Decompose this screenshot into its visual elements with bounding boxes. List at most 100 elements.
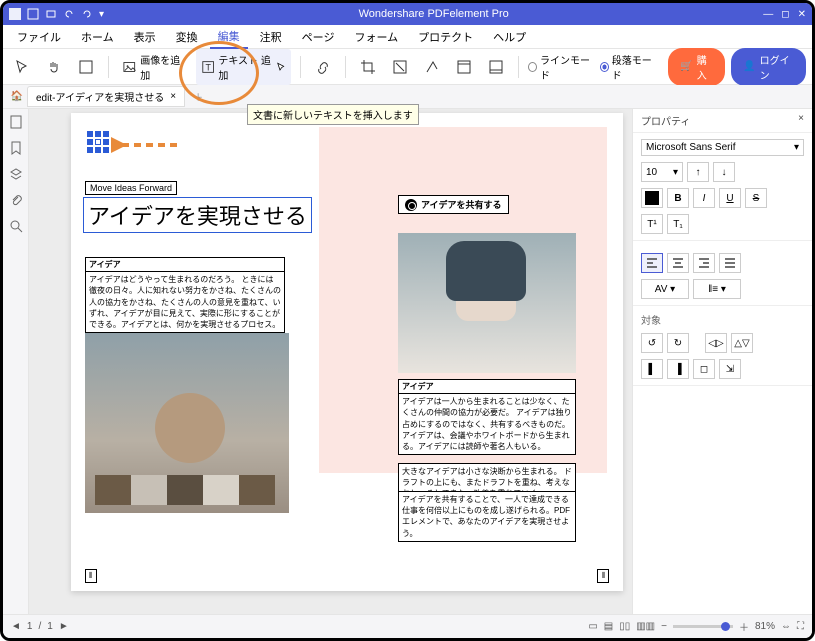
- home-tab-icon[interactable]: 🏠: [7, 91, 27, 102]
- page-current[interactable]: 1: [27, 621, 33, 632]
- maximize-button[interactable]: ◻: [781, 9, 789, 20]
- background-tool[interactable]: [419, 56, 445, 78]
- font-size-select[interactable]: 10▾: [641, 162, 683, 182]
- text-insert-handle[interactable]: [87, 131, 109, 153]
- menu-help[interactable]: ヘルプ: [485, 26, 534, 48]
- layers-icon[interactable]: [9, 167, 23, 181]
- align-center[interactable]: [667, 253, 689, 273]
- doc-image-mug[interactable]: [398, 233, 576, 373]
- attachments-icon[interactable]: [9, 193, 23, 207]
- doc-share-label[interactable]: アイデアを共有する: [398, 195, 509, 214]
- fit-width-icon[interactable]: ⇔: [781, 621, 791, 632]
- buy-button[interactable]: 🛒 購入: [668, 48, 725, 86]
- menu-home[interactable]: ホーム: [73, 26, 122, 48]
- flip-horizontal[interactable]: ◁▷: [705, 333, 727, 353]
- left-sidebar: [3, 109, 29, 614]
- font-size-up[interactable]: ↑: [687, 162, 709, 182]
- align-right[interactable]: [693, 253, 715, 273]
- doc-block-2[interactable]: アイデア アイデアは一人から生まれることは少なく、たくさんの仲間の協力が必要だ。…: [398, 379, 576, 455]
- zoom-slider[interactable]: [673, 625, 733, 628]
- menu-edit[interactable]: 編集: [210, 25, 248, 49]
- bates-tool[interactable]: [483, 56, 509, 78]
- align-left[interactable]: [641, 253, 663, 273]
- next-page-button[interactable]: ►: [59, 621, 69, 632]
- view-continuous-icon[interactable]: ▤: [604, 621, 613, 632]
- doc-block-4[interactable]: アイデアを共有することで、一人で達成できる仕事を何倍以上にものを成し遂げられる。…: [398, 491, 576, 542]
- rotate-ccw[interactable]: ↺: [641, 333, 663, 353]
- crop-tool[interactable]: [355, 56, 381, 78]
- obj-replace[interactable]: ⇲: [719, 359, 741, 379]
- menu-view[interactable]: 表示: [126, 26, 164, 48]
- zoom-out-button[interactable]: −: [661, 621, 667, 632]
- doc-heading[interactable]: アイデアを実現させる: [83, 197, 312, 233]
- menu-convert[interactable]: 変換: [168, 26, 206, 48]
- font-size-down[interactable]: ↓: [713, 162, 735, 182]
- add-image-button[interactable]: 画像を追加: [118, 49, 190, 85]
- add-text-button[interactable]: T テキスト 追加: [196, 49, 291, 85]
- thumbnails-icon[interactable]: [9, 115, 23, 129]
- obj-align-left[interactable]: ▌: [641, 359, 663, 379]
- close-button[interactable]: ✕: [798, 9, 806, 20]
- app-logo-icon: [9, 8, 21, 20]
- minimize-button[interactable]: ―: [763, 9, 773, 20]
- align-justify[interactable]: [719, 253, 741, 273]
- font-family-select[interactable]: Microsoft Sans Serif▾: [641, 139, 804, 156]
- char-spacing[interactable]: AV ▾: [641, 279, 689, 299]
- doc-block-1[interactable]: アイデア アイデアはどうやって生まれるのだろう。 ときには徹夜の日々。人に知れな…: [85, 257, 285, 333]
- login-button[interactable]: 👤 ログイン: [731, 48, 806, 86]
- edit-object-tool[interactable]: [73, 56, 99, 78]
- paragraph-mode-radio[interactable]: 段落モード: [600, 52, 657, 82]
- undo-icon[interactable]: [63, 8, 75, 20]
- close-panel-icon[interactable]: ×: [798, 113, 804, 128]
- strike-button[interactable]: S: [745, 188, 767, 208]
- search-icon[interactable]: [9, 219, 23, 233]
- obj-align-right[interactable]: ▐: [667, 359, 689, 379]
- menu-form[interactable]: フォーム: [346, 26, 406, 48]
- obj-crop[interactable]: ◻: [693, 359, 715, 379]
- underline-button[interactable]: U: [719, 188, 741, 208]
- chevron-down-icon: ▾: [794, 142, 799, 153]
- select-tool[interactable]: [9, 56, 35, 78]
- menu-file[interactable]: ファイル: [9, 26, 69, 48]
- bold-button[interactable]: B: [667, 188, 689, 208]
- view-facing-icon[interactable]: ▯▯: [619, 621, 630, 632]
- line-mode-radio[interactable]: ラインモード: [528, 52, 594, 82]
- line-spacing[interactable]: ‖≡ ▾: [693, 279, 741, 299]
- doc-image-pottery[interactable]: [85, 333, 289, 513]
- doc-tagline[interactable]: Move Ideas Forward: [85, 181, 177, 195]
- watermark-tool[interactable]: [387, 56, 413, 78]
- close-tab-icon[interactable]: ×: [170, 91, 176, 102]
- print-icon[interactable]: [45, 8, 57, 20]
- svg-text:T: T: [206, 62, 212, 72]
- redo-icon[interactable]: [81, 8, 93, 20]
- save-icon[interactable]: [27, 8, 39, 20]
- superscript-button[interactable]: T¹: [641, 214, 663, 234]
- share-icon: [405, 199, 417, 211]
- flip-vertical[interactable]: △▽: [731, 333, 753, 353]
- menu-annotate[interactable]: 注釈: [252, 26, 290, 48]
- hand-tool[interactable]: [41, 56, 67, 78]
- font-color[interactable]: [641, 188, 663, 208]
- view-single-icon[interactable]: ▭: [588, 621, 597, 632]
- header-footer-tool[interactable]: [451, 56, 477, 78]
- page-number-left: ⦀: [85, 569, 97, 583]
- link-tool[interactable]: [310, 56, 336, 78]
- italic-button[interactable]: I: [693, 188, 715, 208]
- zoom-in-button[interactable]: ＋: [739, 619, 749, 634]
- fit-page-icon[interactable]: ⛶: [797, 621, 804, 632]
- rotate-cw[interactable]: ↻: [667, 333, 689, 353]
- document-tab[interactable]: edit-アイディアを実現させる×: [27, 86, 185, 107]
- bookmarks-icon[interactable]: [9, 141, 23, 155]
- properties-panel: プロパティ× Microsoft Sans Serif▾ 10▾ ↑ ↓ B I…: [632, 109, 812, 614]
- menu-protect[interactable]: プロテクト: [410, 26, 481, 48]
- annotation-arrow: [111, 133, 181, 157]
- document-canvas[interactable]: Move Ideas Forward アイデアを実現させる アイデアを共有する …: [29, 109, 632, 614]
- prev-page-button[interactable]: ◄: [11, 621, 21, 632]
- view-cont-facing-icon[interactable]: ▥▥: [636, 621, 655, 632]
- new-tab-button[interactable]: ＋: [185, 87, 211, 106]
- subscript-button[interactable]: T₁: [667, 214, 689, 234]
- target-section-label: 対象: [641, 312, 804, 327]
- zoom-value[interactable]: 81%: [755, 621, 775, 632]
- menu-page[interactable]: ページ: [294, 26, 343, 48]
- edit-toolbar: 画像を追加 T テキスト 追加 ラインモード 段落モード 🛒 購入 👤 ログイン: [3, 49, 812, 85]
